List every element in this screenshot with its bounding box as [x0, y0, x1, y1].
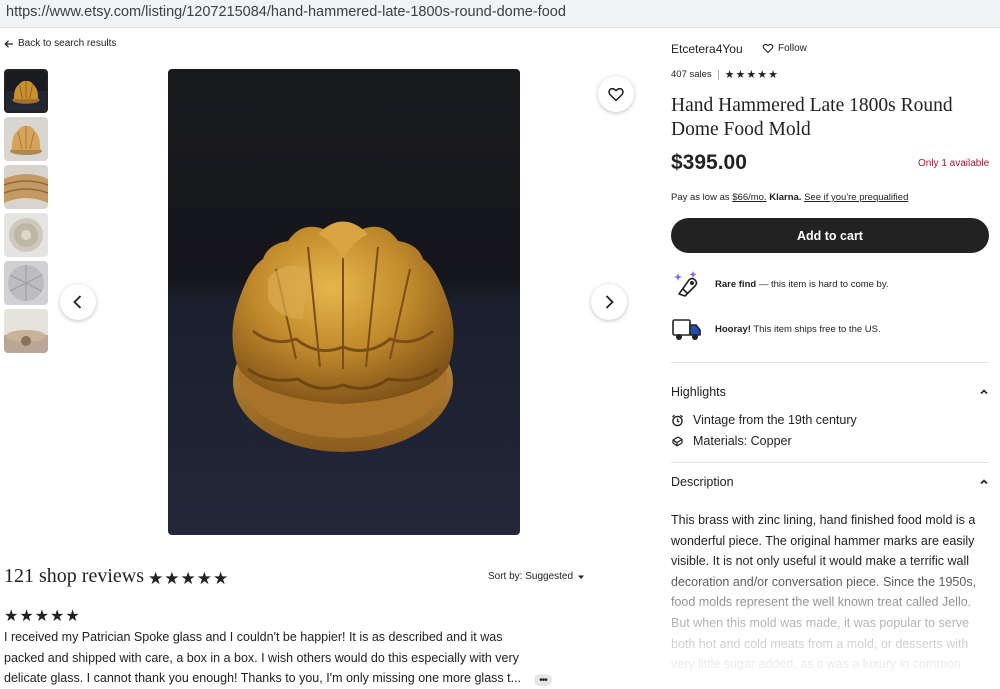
shop-stars: ★★★★★ [724, 69, 779, 81]
highlight-vintage: Vintage from the 19th century [671, 413, 857, 427]
address-bar[interactable]: https://www.etsy.com/listing/1207215084/… [0, 0, 1000, 28]
review-stars: ★★★★★ [4, 608, 81, 625]
thumbnail-image [4, 117, 48, 161]
thumbnail-image [4, 261, 48, 305]
more-options-button[interactable]: ••• [534, 674, 552, 686]
caret-down-icon [578, 575, 585, 579]
previous-image-button[interactable] [60, 284, 96, 320]
highlight-label: Vintage from the 19th century [693, 413, 857, 427]
klarna-financing: Pay as low as $66/mo. Klarna. See if you… [671, 192, 908, 203]
description-toggle[interactable]: Description [671, 475, 989, 489]
shop-name-link[interactable]: Etcetera4You [671, 42, 743, 56]
thumbnail-image [4, 309, 48, 353]
free-shipping-bold: Hooray! [715, 323, 751, 335]
free-shipping-badge: Hooray! This item ships free to the US. [671, 313, 881, 345]
reviews-heading: 121 shop reviews [4, 565, 144, 587]
product-photo [168, 69, 520, 535]
free-shipping-text: Hooray! This item ships free to the US. [715, 324, 881, 335]
highlight-label: Materials: Copper [693, 434, 792, 448]
listing-title: Hand Hammered Late 1800s Round Dome Food… [671, 95, 953, 140]
rare-find-desc: — this item is hard to come by. [756, 278, 889, 290]
rare-find-text: Rare find — this item is hard to come by… [715, 279, 889, 290]
listing-price: $395.00 [671, 151, 747, 174]
review-text: I received my Patrician Spoke glass and … [4, 630, 522, 685]
availability-badge: Only 1 available [918, 158, 990, 169]
sales-count: 407 sales [671, 69, 712, 80]
follow-shop-button[interactable]: Follow [762, 42, 807, 54]
pay-prefix: Pay as low as [671, 192, 733, 203]
rare-find-bold: Rare find [715, 278, 757, 290]
chevron-right-icon [605, 295, 614, 309]
thumbnail-1[interactable] [4, 69, 48, 113]
heart-icon [608, 87, 624, 102]
thumbnail-6[interactable] [4, 309, 48, 353]
highlights-toggle[interactable]: Highlights [671, 385, 989, 399]
prequalify-link[interactable]: See if you're prequalified [804, 192, 908, 203]
sort-label: Sort by: Suggested [488, 571, 574, 582]
sort-dropdown[interactable]: Sort by: Suggested [488, 571, 585, 582]
arrow-left-icon [4, 39, 13, 48]
thumbnail-image [6, 71, 46, 111]
favorite-button[interactable] [598, 76, 634, 112]
klarna-label: Klarna. [769, 192, 802, 203]
back-label: Back to search results [18, 38, 117, 49]
description-heading: Description [671, 475, 734, 489]
rare-find-icon [674, 271, 698, 297]
thumbnail-image [4, 213, 48, 257]
chevron-up-icon [980, 389, 988, 395]
thumbnail-5[interactable] [4, 261, 48, 305]
main-product-image [168, 69, 520, 535]
chevron-left-icon [73, 295, 82, 309]
materials-icon [672, 435, 683, 446]
shop-sales-info: 407 sales ★★★★★ [671, 68, 779, 81]
vintage-icon [672, 414, 683, 426]
section-divider [671, 462, 989, 463]
section-divider [671, 362, 989, 363]
next-image-button[interactable] [591, 284, 627, 320]
add-to-cart-button[interactable]: Add to cart [671, 218, 989, 253]
description-fade-overlay [660, 560, 1000, 689]
delivery-truck-icon [672, 319, 701, 340]
heart-outline-icon [762, 43, 774, 54]
divider [717, 69, 719, 80]
follow-label: Follow [778, 42, 807, 54]
shop-rating-stars: ★★★★★ [148, 569, 230, 588]
thumbnail-3[interactable] [4, 165, 48, 209]
thumbnail-2[interactable] [4, 117, 48, 161]
rare-find-badge: Rare find — this item is hard to come by… [671, 268, 889, 300]
thumbnail-4[interactable] [4, 213, 48, 257]
pay-amount-link[interactable]: $66/mo. [732, 192, 766, 203]
highlight-materials: Materials: Copper [671, 434, 792, 448]
chevron-up-icon [980, 479, 988, 485]
back-to-search-link[interactable]: Back to search results [4, 38, 116, 49]
url-text[interactable]: https://www.etsy.com/listing/1207215084/… [6, 4, 566, 20]
thumbnail-image [4, 165, 48, 209]
free-shipping-desc: This item ships free to the US. [750, 323, 881, 335]
highlights-heading: Highlights [671, 385, 726, 399]
